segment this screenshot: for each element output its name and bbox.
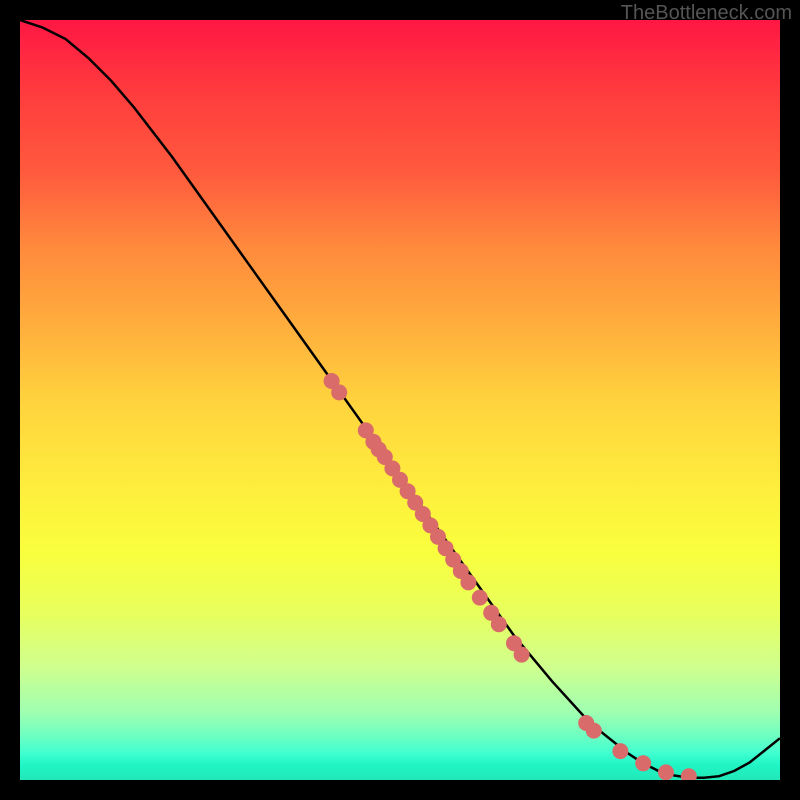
data-point (586, 723, 602, 739)
data-point (681, 768, 697, 780)
chart-area (20, 20, 780, 780)
data-point (612, 743, 628, 759)
data-point (472, 590, 488, 606)
watermark-text: TheBottleneck.com (621, 2, 792, 25)
scatter-points (324, 373, 697, 780)
data-point (331, 384, 347, 400)
chart-svg (20, 20, 780, 780)
data-point (658, 764, 674, 780)
data-point (491, 616, 507, 632)
bottleneck-curve (20, 20, 780, 778)
data-point (635, 755, 651, 771)
data-point (460, 574, 476, 590)
data-point (514, 647, 530, 663)
